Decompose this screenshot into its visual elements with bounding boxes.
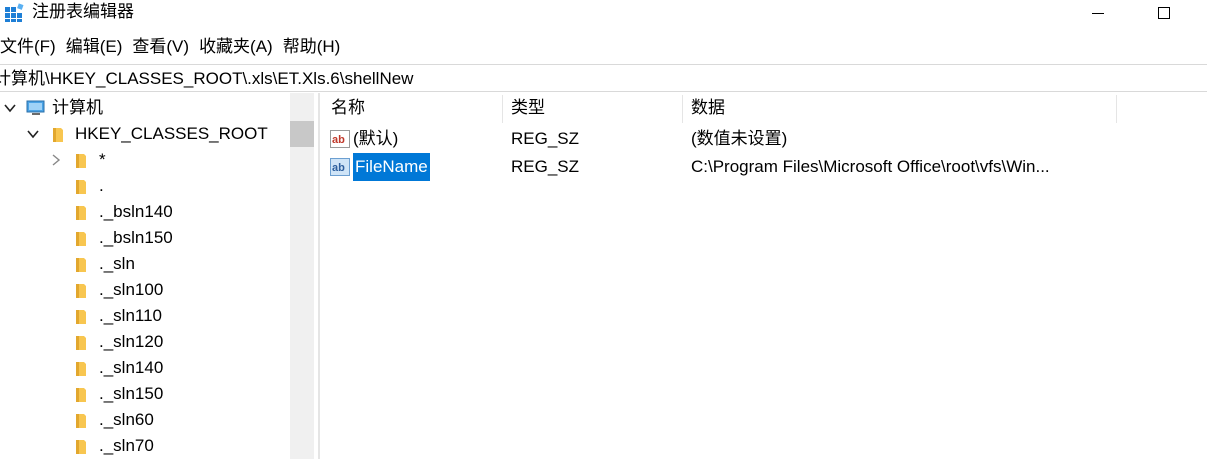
tree-label-key: ._sln100 bbox=[99, 280, 164, 299]
column-divider[interactable] bbox=[682, 95, 683, 123]
tree-item-key[interactable]: ._sln100 bbox=[0, 277, 290, 303]
value-type: REG_SZ bbox=[511, 157, 580, 176]
menu-view[interactable]: 查看(V) bbox=[132, 34, 197, 60]
minimize-icon bbox=[1092, 12, 1104, 14]
folder-icon bbox=[76, 284, 86, 298]
folder-icon bbox=[76, 258, 86, 272]
tree-label-key: ._sln150 bbox=[99, 384, 164, 403]
tree-label-key: ._sln70 bbox=[99, 436, 154, 455]
tree-item-key[interactable]: ._sln70 bbox=[0, 433, 290, 459]
svg-text:ab: ab bbox=[332, 134, 345, 146]
maximize-button[interactable] bbox=[1141, 0, 1187, 26]
folder-icon bbox=[76, 362, 86, 376]
minimize-button[interactable] bbox=[1075, 0, 1121, 26]
menu-favorites[interactable]: 收藏夹(A) bbox=[199, 34, 281, 60]
folder-icon bbox=[76, 206, 86, 220]
address-bar[interactable]: 计算机\HKEY_CLASSES_ROOT\.xls\ET.Xls.6\shel… bbox=[0, 64, 1207, 92]
tree-label-computer: 计算机 bbox=[52, 98, 103, 117]
column-divider[interactable] bbox=[502, 95, 503, 123]
chevron-down-icon[interactable] bbox=[27, 128, 39, 140]
folder-icon bbox=[76, 154, 86, 168]
tree-item-hkey-classes-root[interactable]: HKEY_CLASSES_ROOT bbox=[0, 121, 290, 147]
column-header-data[interactable]: 数据 bbox=[691, 93, 725, 123]
folder-icon bbox=[76, 232, 86, 246]
tree-item-key[interactable]: . bbox=[0, 173, 290, 199]
tree-label-key: ._sln60 bbox=[99, 410, 154, 429]
key-tree: 计算机 HKEY_CLASSES_ROOT *. ._bsln140 ._bsln1… bbox=[0, 93, 290, 459]
tree-label-hive: HKEY_CLASSES_ROOT bbox=[75, 124, 268, 143]
string-value-icon: ab bbox=[330, 158, 350, 176]
tree-item-key[interactable]: ._bsln140 bbox=[0, 199, 290, 225]
tree-item-key[interactable]: ._sln140 bbox=[0, 355, 290, 381]
tree-label-key: ._sln120 bbox=[99, 332, 164, 351]
tree-label-key: * bbox=[99, 150, 106, 169]
folder-icon bbox=[76, 414, 86, 428]
column-divider[interactable] bbox=[1116, 95, 1117, 123]
tree-item-key[interactable]: ._sln120 bbox=[0, 329, 290, 355]
value-row[interactable]: ab (默认) REG_SZ (数值未设置) bbox=[322, 125, 1207, 153]
tree-item-key[interactable]: * bbox=[0, 147, 290, 173]
tree-item-computer[interactable]: 计算机 bbox=[0, 95, 290, 121]
value-row-selected[interactable]: ab FileName REG_SZ C:\Program Files\Micr… bbox=[322, 153, 1207, 181]
menu-help[interactable]: 帮助(H) bbox=[283, 34, 349, 60]
menu-file[interactable]: 文件(F) bbox=[0, 34, 64, 60]
value-list: 名称 类型 数据 ab (默认) REG_SZ (数值未设置) ab FileN… bbox=[322, 93, 1207, 459]
tree-label-key: ._bsln150 bbox=[99, 228, 173, 247]
value-type: REG_SZ bbox=[511, 129, 580, 148]
pane-splitter[interactable] bbox=[318, 93, 320, 459]
menu-bar: 文件(F) 编辑(E) 查看(V) 收藏夹(A) 帮助(H) bbox=[0, 34, 350, 60]
column-header-name[interactable]: 名称 bbox=[331, 93, 365, 123]
title-bar: 注册表编辑器 bbox=[0, 0, 1207, 32]
tree-label-key: . bbox=[99, 176, 104, 195]
tree-item-key[interactable]: ._bsln150 bbox=[0, 225, 290, 251]
folder-icon bbox=[76, 336, 86, 350]
registry-editor-icon bbox=[5, 3, 24, 22]
tree-label-key: ._sln140 bbox=[99, 358, 164, 377]
scrollbar-thumb[interactable] bbox=[290, 121, 314, 147]
chevron-right-icon[interactable] bbox=[50, 154, 62, 166]
tree-item-key[interactable]: ._sln150 bbox=[0, 381, 290, 407]
folder-icon bbox=[76, 440, 86, 454]
window-title: 注册表编辑器 bbox=[32, 2, 134, 21]
address-path[interactable]: 计算机\HKEY_CLASSES_ROOT\.xls\ET.Xls.6\shel… bbox=[0, 68, 413, 90]
tree-item-key[interactable]: ._sln bbox=[0, 251, 290, 277]
list-header: 名称 类型 数据 bbox=[322, 93, 1207, 123]
menu-edit[interactable]: 编辑(E) bbox=[66, 34, 131, 60]
folder-icon bbox=[76, 180, 86, 194]
column-header-type[interactable]: 类型 bbox=[511, 93, 545, 123]
tree-item-key[interactable]: ._sln110 bbox=[0, 303, 290, 329]
folder-icon bbox=[76, 388, 86, 402]
string-value-icon: ab bbox=[330, 130, 350, 148]
value-name: FileName bbox=[353, 153, 430, 181]
tree-item-key[interactable]: ._sln60 bbox=[0, 407, 290, 433]
tree-scrollbar[interactable] bbox=[290, 93, 314, 459]
tree-label-key: ._sln bbox=[99, 254, 135, 273]
maximize-icon bbox=[1158, 7, 1170, 19]
tree-label-key: ._sln110 bbox=[99, 306, 163, 325]
tree-label-key: ._bsln140 bbox=[99, 202, 173, 221]
folder-icon bbox=[76, 310, 86, 324]
svg-text:ab: ab bbox=[332, 162, 345, 174]
value-data: C:\Program Files\Microsoft Office\root\v… bbox=[691, 157, 1050, 176]
value-data: (数值未设置) bbox=[691, 129, 788, 148]
value-name: (默认) bbox=[353, 129, 399, 148]
computer-icon bbox=[26, 100, 45, 115]
chevron-down-icon[interactable] bbox=[4, 102, 16, 114]
folder-icon bbox=[53, 128, 63, 142]
